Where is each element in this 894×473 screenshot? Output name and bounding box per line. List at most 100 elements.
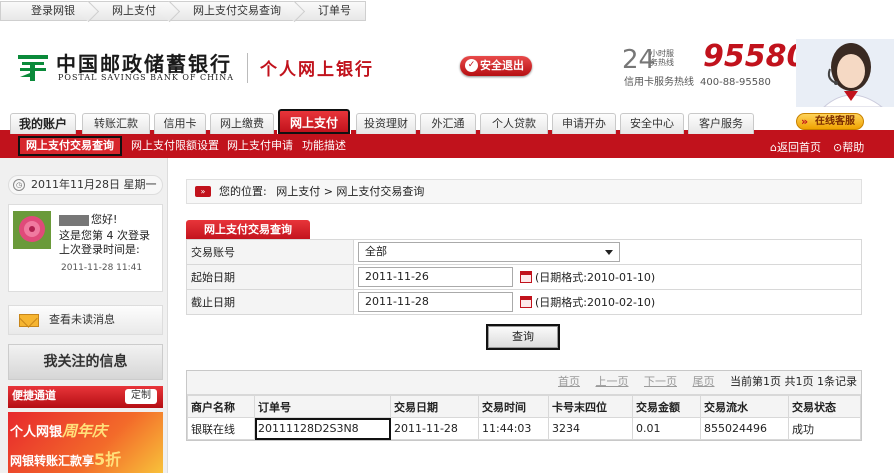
greeting-text: 您好! (91, 213, 118, 226)
home-icon: ⌂ (770, 141, 777, 154)
card-hotline-label: 信用卡服务热线 (624, 77, 694, 88)
promo-line-2-prefix: 网银转账汇款享 (10, 454, 95, 468)
account-select[interactable]: 全部 (358, 242, 620, 262)
tab-security-center[interactable]: 安全中心 (620, 113, 684, 134)
cell-date: 2011-11-28 (390, 417, 479, 440)
subnav-pay-apply[interactable]: 网上支付申请 (227, 138, 293, 154)
main-nav: 我的账户 转账汇款 信用卡 网上缴费 网上支付 投资理财 外汇通 个人贷款 申请… (0, 107, 894, 135)
return-home-label: 返回首页 (776, 141, 821, 154)
tab-credit-card[interactable]: 信用卡 (154, 113, 206, 134)
double-arrow-icon: » (195, 186, 211, 197)
col-card-last4: 卡号末四位 (548, 395, 633, 418)
promo-line-1: 个人网银周年庆 (10, 420, 107, 441)
breadcrumb-online-pay[interactable]: 网上支付 (90, 1, 171, 21)
card-hotline-number: 400-88-95580 (700, 77, 771, 88)
form-row-end: 截止日期 2011-11-28 (日期格式:2010-02-10) (186, 289, 862, 315)
online-service-button[interactable]: 在线客服 (796, 113, 864, 130)
help-link[interactable]: ⊙帮助 (833, 139, 864, 155)
location-bar: » 您的位置: 网上支付 > 网上支付交易查询 (186, 179, 862, 204)
help-label: 帮助 (842, 141, 865, 154)
col-status: 交易状态 (788, 395, 861, 418)
subnav-function-desc[interactable]: 功能描述 (302, 138, 346, 154)
tab-investment[interactable]: 投资理财 (356, 113, 416, 134)
table-header-row: 商户名称 订单号 交易日期 交易时间 卡号末四位 交易金额 交易流水 交易状态 (187, 395, 861, 418)
start-date-format: (日期格式:2010-01-10) (535, 271, 656, 284)
table-row: 银联在线 20111128D2S3N8 2011-11-28 11:44:03 … (187, 417, 861, 440)
tab-my-account[interactable]: 我的账户 (10, 113, 76, 134)
cell-time: 11:44:03 (478, 417, 549, 440)
end-date-cell: 2011-11-28 (日期格式:2010-02-10) (353, 289, 862, 315)
account-cell: 全部 (353, 239, 862, 265)
location-path: 网上支付 > 网上支付交易查询 (276, 185, 425, 198)
calendar-icon[interactable] (519, 271, 532, 283)
user-greeting: 您好! (59, 211, 117, 227)
form-row-account: 交易账号 全部 (186, 239, 862, 265)
col-merchant: 商户名称 (187, 395, 255, 418)
subnav-pay-query[interactable]: 网上支付交易查询 (18, 136, 122, 156)
chevron-down-icon (605, 250, 613, 255)
sub-nav: 网上支付交易查询 网上支付限额设置 网上支付申请 功能描述 ⌂返回首页 ⊙帮助 (0, 134, 894, 158)
start-date-input[interactable]: 2011-11-26 (358, 267, 513, 287)
hotline-caption: 小时服务热线 (650, 49, 674, 67)
col-time: 交易时间 (478, 395, 549, 418)
clock-icon: ◷ (13, 179, 25, 191)
tab-transfer[interactable]: 转账汇款 (82, 113, 150, 134)
tab-apply[interactable]: 申请开办 (552, 113, 616, 134)
query-form: 交易账号 全部 起始日期 2011-11-26 (日期格式:2010-01-10… (186, 239, 862, 315)
customize-button[interactable]: 定制 (125, 389, 157, 404)
breadcrumb-login[interactable]: 登录网银 (0, 1, 90, 21)
tab-customer-service[interactable]: 客户服务 (688, 113, 754, 134)
results-table: 商户名称 订单号 交易日期 交易时间 卡号末四位 交易金额 交易流水 交易状态 … (187, 395, 861, 440)
breadcrumb-pay-query[interactable]: 网上支付交易查询 (171, 1, 296, 21)
query-button[interactable]: 查询 (486, 324, 560, 350)
tab-forex[interactable]: 外汇通 (420, 113, 476, 134)
return-home-link[interactable]: ⌂返回首页 (770, 139, 821, 155)
col-serial: 交易流水 (700, 395, 789, 418)
breadcrumb: 登录网银 网上支付 网上支付交易查询 订单号 (0, 0, 366, 22)
unread-messages-button[interactable]: 查看未读消息 (8, 305, 163, 335)
tab-online-payment[interactable]: 网上支付 (277, 108, 351, 135)
anniversary-promo-banner[interactable]: 个人网银周年庆 网银转账汇款享5折 (8, 412, 163, 473)
bank-name-en: POSTAL SAVINGS BANK OF CHINA (58, 73, 235, 82)
tab-bill-payment[interactable]: 网上缴费 (210, 113, 274, 134)
cell-merchant: 银联在线 (187, 417, 255, 440)
promo-line-1-prefix: 个人网银 (10, 425, 63, 440)
pager-last[interactable]: 尾页 (693, 375, 715, 388)
lock-icon: ✓ (465, 59, 478, 72)
pager-prev[interactable]: 上一页 (596, 375, 629, 388)
envelope-icon (19, 314, 39, 327)
breadcrumb-order-number: 订单号 (296, 1, 366, 21)
postal-logo-icon (18, 55, 48, 81)
safe-exit-button[interactable]: ✓ 安全退出 (460, 56, 532, 76)
page-info: 当前第1页 共1页 1条记录 (730, 375, 857, 388)
card-hotline: 信用卡服务热线 400-88-95580 (624, 73, 771, 88)
end-date-input[interactable]: 2011-11-28 (358, 292, 513, 312)
user-avatar (13, 211, 51, 249)
pager-first[interactable]: 首页 (558, 375, 580, 388)
end-date-format: (日期格式:2010-02-10) (535, 296, 656, 309)
last-login-time: 2011-11-28 11:41 (61, 263, 143, 273)
my-follow-header: 我关注的信息 (8, 344, 163, 380)
current-date: 2011年11月28日 星期一 (31, 178, 157, 191)
date-bar: ◷ 2011年11月28日 星期一 (8, 175, 163, 195)
subnav-limit-setting[interactable]: 网上支付限额设置 (131, 138, 219, 154)
col-date: 交易日期 (390, 395, 479, 418)
promo-line-2: 网银转账汇款享5折 (10, 446, 121, 470)
left-sidebar: ◷ 2011年11月28日 星期一 您好! 这是您第 4 次登录 上次登录时间是… (0, 158, 168, 473)
cell-status: 成功 (788, 417, 861, 440)
hotline-number: 95580 (703, 39, 808, 74)
start-date-label: 起始日期 (186, 264, 354, 290)
cell-amount: 0.01 (632, 417, 701, 440)
unread-messages-label: 查看未读消息 (49, 313, 115, 326)
account-label: 交易账号 (186, 239, 354, 265)
tab-personal-loan[interactable]: 个人贷款 (480, 113, 548, 134)
end-date-label: 截止日期 (186, 289, 354, 315)
pager-next[interactable]: 下一页 (644, 375, 677, 388)
cell-serial: 855024496 (700, 417, 789, 440)
quick-channel-label: 便捷通道 (12, 389, 56, 402)
cell-order-no: 20111128D2S3N8 (254, 417, 391, 440)
masked-username (59, 214, 89, 226)
calendar-icon[interactable] (519, 296, 532, 308)
safe-exit-label: 安全退出 (480, 59, 524, 72)
help-icon: ⊙ (833, 141, 843, 154)
